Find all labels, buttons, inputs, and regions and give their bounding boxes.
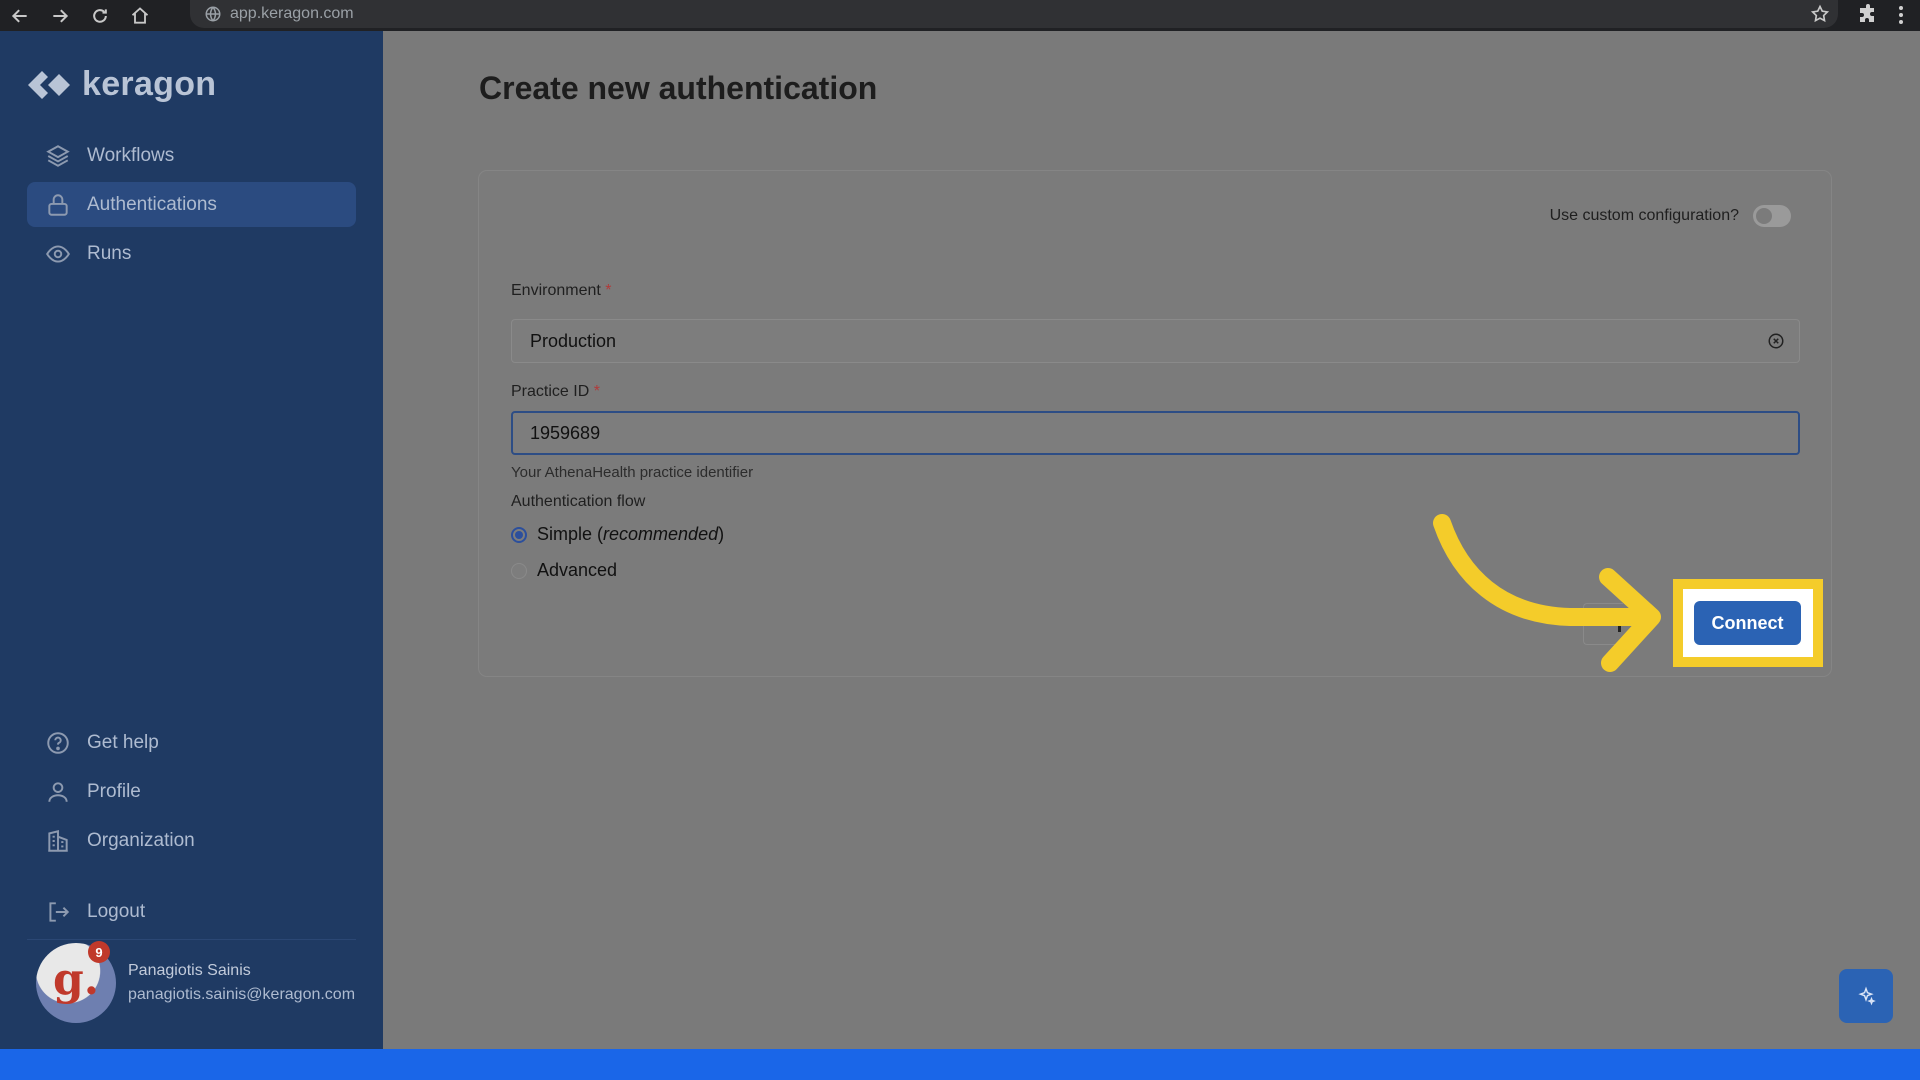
sparkle-icon	[1858, 986, 1876, 1006]
user-name: Panagiotis Sainis	[128, 962, 251, 979]
custom-config-row: Use custom configuration?	[1550, 205, 1791, 227]
forward-icon[interactable]	[40, 0, 80, 31]
sidebar-item-label: Logout	[87, 900, 146, 922]
sidebar-item-label: Authentications	[87, 193, 217, 215]
radio-option-advanced[interactable]: Advanced	[511, 560, 617, 581]
extensions-icon[interactable]	[1856, 3, 1880, 27]
address-bar[interactable]: app.keragon.com	[190, 0, 1838, 28]
notification-badge: 9	[88, 941, 110, 963]
avatar[interactable]: g. 9	[36, 941, 116, 1023]
reload-icon[interactable]	[80, 0, 120, 31]
layers-icon	[45, 143, 71, 169]
brand-logo[interactable]: keragon	[26, 65, 216, 104]
toggle-knob	[1756, 208, 1772, 224]
radio-button-checked[interactable]	[511, 526, 527, 543]
custom-config-label: Use custom configuration?	[1549, 207, 1739, 224]
environment-select[interactable]: Production	[511, 319, 1800, 363]
bottom-bar	[0, 1049, 1920, 1080]
connect-button[interactable]: Connect	[1694, 601, 1801, 645]
auth-flow-label: Authentication flow	[511, 493, 646, 510]
radio-option-simple[interactable]: Simple (recommended)	[511, 524, 724, 545]
page-title: Create new authentication	[479, 70, 878, 106]
practice-id-label: Practice ID *	[511, 383, 600, 401]
logout-icon	[45, 899, 71, 925]
practice-id-helper: Your AthenaHealth practice identifier	[511, 464, 754, 481]
sidebar-item-label: Runs	[87, 242, 132, 264]
back-icon[interactable]	[0, 0, 40, 31]
bookmark-star-icon[interactable]	[1810, 4, 1830, 24]
brand-name: keragon	[82, 65, 217, 103]
custom-config-toggle[interactable]	[1753, 205, 1791, 227]
environment-label-text: Environment	[511, 282, 601, 299]
lock-icon	[45, 192, 71, 218]
practice-id-label-text: Practice ID	[511, 383, 590, 400]
help-circle-icon	[45, 730, 71, 756]
browser-toolbar: app.keragon.com	[0, 0, 1920, 31]
required-mark: *	[605, 282, 612, 299]
radio-button[interactable]	[511, 562, 527, 579]
user-email: panagiotis.sainis@keragon.com	[128, 986, 356, 1003]
menu-kebab-icon[interactable]	[1894, 3, 1908, 27]
environment-value: Production	[530, 330, 617, 351]
home-icon[interactable]	[120, 0, 160, 31]
radio-label: Advanced	[537, 560, 618, 580]
sidebar-item-workflows[interactable]: Workflows	[27, 133, 356, 178]
sidebar-item-label: Profile	[87, 780, 141, 802]
sidebar-item-logout[interactable]: Logout	[27, 889, 356, 934]
radio-note: recommended	[603, 524, 719, 544]
sidebar-item-label: Get help	[87, 731, 159, 753]
user-card[interactable]: g. 9 Panagiotis Sainis panagiotis.sainis…	[36, 941, 356, 1023]
practice-id-value: 1959689	[530, 422, 601, 443]
sidebar: keragon Workflows Authentications Runs G…	[0, 31, 383, 1049]
sidebar-item-organization[interactable]: Organization	[27, 818, 356, 863]
site-info-icon[interactable]	[204, 5, 222, 23]
environment-label: Environment *	[511, 282, 612, 300]
annotation-arrow-icon	[1433, 514, 1661, 672]
sidebar-item-authentications[interactable]: Authentications	[27, 182, 356, 227]
sidebar-divider	[27, 939, 356, 940]
clear-icon[interactable]	[1767, 332, 1785, 350]
sidebar-item-label: Workflows	[87, 144, 175, 166]
user-icon	[45, 779, 71, 805]
assistant-button[interactable]	[1839, 969, 1893, 1023]
url-text: app.keragon.com	[230, 5, 354, 22]
building-icon	[45, 828, 71, 854]
radio-label: Simple	[537, 524, 593, 544]
sidebar-item-get-help[interactable]: Get help	[27, 720, 356, 765]
required-mark: *	[593, 383, 600, 400]
keragon-logo-icon	[28, 70, 70, 99]
sidebar-item-profile[interactable]: Profile	[27, 769, 356, 814]
practice-id-input[interactable]: 1959689	[511, 411, 1800, 455]
sidebar-item-runs[interactable]: Runs	[27, 231, 356, 276]
eye-icon	[45, 241, 71, 267]
sidebar-item-label: Organization	[87, 829, 195, 851]
